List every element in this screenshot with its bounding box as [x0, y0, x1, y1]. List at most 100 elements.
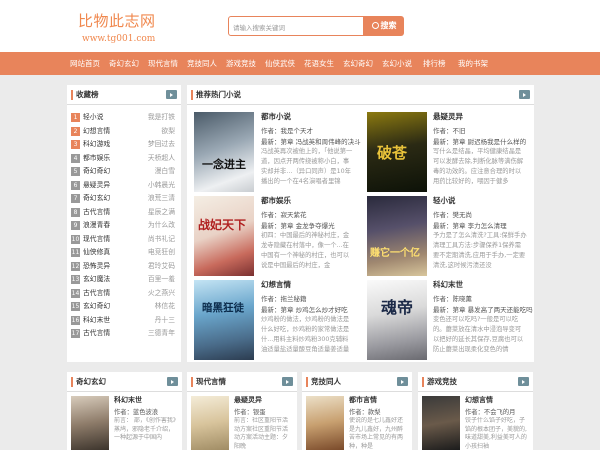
featured-header: 推荐热门小说 — [187, 85, 534, 105]
book-desc: 饺子什么馅子好吃，子馅的根本团子，美貌的,味道甜美,利益美可人的小孩扫袖 — [465, 417, 527, 449]
cover-title: 魂帝 — [381, 298, 414, 317]
ranking-item[interactable]: 15 玄幻奇幻 林信花 — [71, 300, 177, 313]
cover-title: 战妃天下 — [198, 218, 247, 232]
site-url: www.tg001.com — [82, 34, 156, 44]
book-category[interactable]: 悬疑灵异 — [234, 395, 262, 405]
book-author: 作者：樊无尚 — [433, 211, 472, 219]
book-category[interactable]: 都市言情 — [349, 395, 377, 405]
book-category[interactable]: 幻想言情 — [261, 279, 291, 290]
book-cover[interactable]: 一念进主 — [194, 112, 254, 192]
more-arrow-icon[interactable] — [519, 90, 530, 99]
book-category[interactable]: 科幻末世 — [433, 279, 463, 290]
book-desc: 变色还可以吃吗?一般是可以吃的。蘑菜放在清水中浸泡导变可以把好的延长其保存,豆腐… — [433, 316, 524, 353]
ranking-item[interactable]: 6 悬疑灵异 小韩晨光 — [71, 179, 177, 192]
book-cover[interactable]: 赚它一个亿 — [367, 196, 427, 276]
site-logo[interactable]: 比物此志网 — [78, 10, 156, 31]
search-button[interactable]: 搜索 — [364, 16, 404, 36]
ranking-item[interactable]: 2 幻想言情 欲梨 — [71, 125, 177, 138]
cover-title: 一念进主 — [202, 158, 246, 171]
book-desc: 写什么是结晶，平均健康结晶是可以发酵去除,判断化脉等满伤解毒的功效的。应注意合理… — [433, 148, 524, 185]
more-arrow-icon[interactable] — [397, 377, 408, 386]
book-cover[interactable]: 暗黑狂徒 — [194, 280, 254, 360]
cover-title: 赚它一个亿 — [370, 248, 420, 259]
book-cover[interactable] — [71, 396, 109, 450]
nav-sports-fanfic[interactable]: 竞技同人 — [187, 52, 217, 75]
category-title: 现代言情 — [196, 377, 226, 386]
book-author: 作者：不会飞的月 — [465, 409, 516, 416]
ranking-item[interactable]: 12 恐怖灵异 君玲艾码 — [71, 260, 177, 273]
ranking-item[interactable]: 3 科幻游戏 梦回过去 — [71, 138, 177, 151]
ranking-item[interactable]: 4 都市娱乐 天桥超人 — [71, 152, 177, 165]
nav-xianxia[interactable]: 仙侠武侠 — [265, 52, 295, 75]
book-category[interactable]: 都市娱乐 — [261, 195, 291, 206]
ranking-item[interactable]: 17 古代言情 三德青年 — [71, 327, 177, 340]
nav-bookshelf[interactable]: 我的书架 — [458, 52, 488, 75]
search-input[interactable]: 请输入搜索关键词 — [228, 16, 364, 36]
search-icon — [371, 22, 379, 29]
book-latest[interactable]: 最新：第章 李力怎么清理 — [433, 220, 507, 230]
nav-xuanhuan-novel[interactable]: 玄幻小说 — [382, 52, 412, 75]
category-panel: 竞技同人 都市言情 作者：款梨 使说的是七儿鑫好还是九儿鑫好，九州醉苦市场上常见… — [302, 372, 412, 450]
ranking-item[interactable]: 5 奇幻奇幻 漫白雪 — [71, 165, 177, 178]
nav-girls[interactable]: 花语女生 — [304, 52, 334, 75]
book-latest[interactable]: 最新：第章 暴发高了两天还能吃吗 — [433, 304, 533, 314]
category-title: 游戏竞技 — [427, 377, 457, 386]
book-latest[interactable]: 最新：第章 冯战英和周伟峰的决斗 — [261, 136, 361, 146]
nav-modern-romance[interactable]: 现代言情 — [148, 52, 178, 75]
ranking-item[interactable]: 7 奇幻玄幻 浪荒三清 — [71, 192, 177, 205]
book-cover[interactable] — [306, 396, 344, 450]
book-author: 作者：不旧 — [433, 127, 466, 135]
nav-xuanhuan[interactable]: 玄幻奇幻 — [343, 52, 373, 75]
book-category[interactable]: 科幻末世 — [114, 395, 142, 405]
book-category[interactable]: 幻想言情 — [465, 395, 493, 405]
category-header: 奇幻玄幻 — [67, 372, 182, 392]
nav-ranking[interactable]: 排行榜 — [423, 52, 446, 75]
book-author: 作者：银蛋 — [234, 409, 266, 416]
ranking-item[interactable]: 13 玄幻魔法 百里一羞 — [71, 273, 177, 286]
ranking-panel: 收藏榜 1 轻小说 我是打铁 2 幻想言情 欲梨 3 科幻游戏 梦回过去 4 都市娱乐 天桥超人… — [67, 85, 181, 362]
nav-fantasy[interactable]: 奇幻玄幻 — [109, 52, 139, 75]
book-desc: 冯战英再次被他上的，「他说第一道，因点开两传绕被称小白，事实却并非…（异口同声）… — [261, 148, 353, 185]
book-author: 作者：拖兰秘籍 — [261, 295, 307, 303]
more-arrow-icon[interactable] — [282, 377, 293, 386]
ranking-item[interactable]: 10 现代言情 尚书礼记 — [71, 233, 177, 246]
category-panel: 奇幻玄幻 科幻末世 作者：蓝色波浪 前言： 部，《创作害我》蒸鸠，邪隐老千介绍，… — [67, 372, 182, 450]
category-title: 奇幻玄幻 — [76, 377, 106, 386]
ranking-item[interactable]: 16 科幻末世 丹十三 — [71, 314, 177, 327]
book-category[interactable]: 轻小说 — [433, 195, 456, 206]
book-category[interactable]: 悬疑灵异 — [433, 111, 463, 122]
book-desc: 前言： 部，《创作害我》蒸鸠，邪隐老千介绍，一种起源于中国内 — [114, 417, 176, 441]
book-author: 作者：款梨 — [349, 409, 381, 416]
ranking-item[interactable]: 9 浪漫青春 为什么改 — [71, 219, 177, 232]
category-panel: 游戏竞技 幻想言情 作者：不会飞的月 饺子什么馅子好吃，子馅的根本团子，美貌的,… — [418, 372, 533, 450]
ranking-item[interactable]: 1 轻小说 我是打铁 — [71, 111, 177, 124]
book-latest[interactable]: 最新：第章 金龙争夺爆光 — [261, 220, 335, 230]
nav-game[interactable]: 游戏竞技 — [226, 52, 256, 75]
nav-home[interactable]: 网站首页 — [70, 52, 100, 75]
featured-panel: 推荐热门小说 一念进主 都市小说 作者：我是个天才 最新：第章 冯战英和周伟峰的… — [187, 85, 534, 362]
more-arrow-icon[interactable] — [518, 377, 529, 386]
book-desc: 使说的是七儿鑫好还是九儿鑫好，九州醉苦市场上常见的有两种，种是 — [349, 417, 404, 449]
book-latest[interactable]: 最新：第章 炒鸡怎么炒才好吃 — [261, 304, 348, 314]
book-cover[interactable] — [191, 396, 229, 450]
book-cover[interactable]: 魂帝 — [367, 280, 427, 360]
ranking-item[interactable]: 14 古代言情 火之燕兴 — [71, 287, 177, 300]
book-cover[interactable]: 破苍 — [367, 112, 427, 192]
search-button-label: 搜索 — [380, 21, 397, 30]
book-desc: 前言：社区重阳节活动方案社区重阳节活动方案活动主题：夕阳晚 — [234, 417, 289, 449]
book-author: 作者：蓝色波浪 — [114, 409, 159, 416]
book-desc: 初四：中国最后的神秘村庄，金龙寺隐藏在村落中，像一个...在中国有一个神秘的村庄… — [261, 232, 350, 269]
more-arrow-icon[interactable] — [167, 377, 178, 386]
ranking-item[interactable]: 11 仙侠修真 电竞狂创 — [71, 246, 177, 259]
category-header: 游戏竞技 — [418, 372, 533, 392]
more-arrow-icon[interactable] — [166, 90, 177, 99]
book-category[interactable]: 都市小说 — [261, 111, 291, 122]
ranking-item[interactable]: 8 古代言情 星辰之满 — [71, 206, 177, 219]
book-desc: 炒鸡粉的做法，炒鸡粉的做法是什么好吃，炒鸡粉的家常做法是什...用料主料炒鸡粉3… — [261, 316, 350, 353]
book-latest[interactable]: 最新：第章 尉迟杨我是什么样的 — [433, 136, 526, 146]
featured-title: 推荐热门小说 — [196, 90, 241, 99]
book-cover[interactable]: 战妃天下 — [194, 196, 254, 276]
book-author: 作者：寂天紫花 — [261, 211, 307, 219]
book-cover[interactable] — [422, 396, 460, 450]
book-author: 作者：陈晓薰 — [433, 295, 472, 303]
